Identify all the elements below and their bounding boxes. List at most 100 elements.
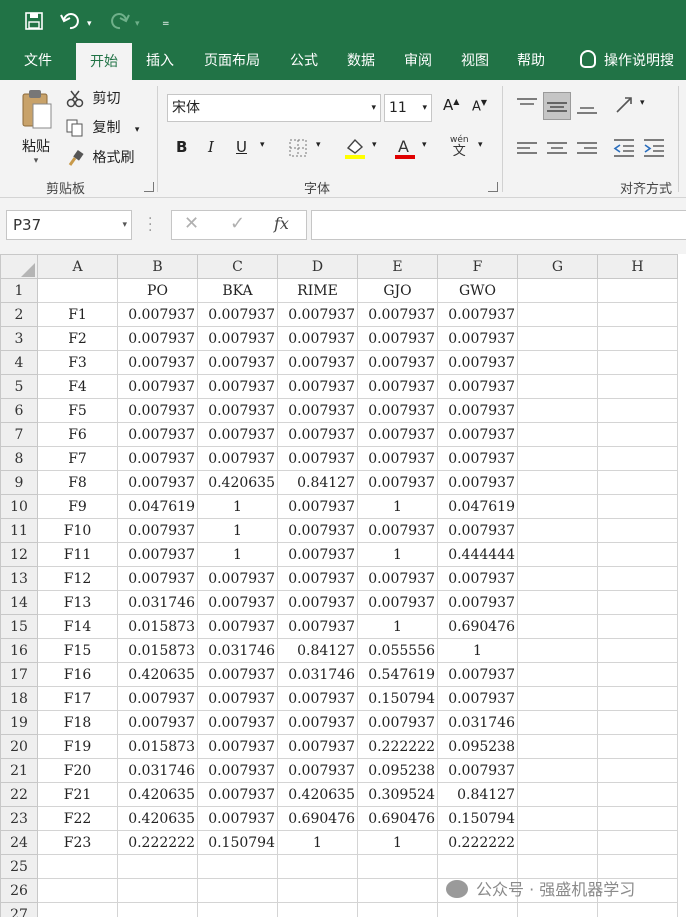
cell[interactable]	[517, 422, 598, 447]
cell[interactable]: 0.007937	[277, 326, 358, 351]
cell[interactable]	[437, 854, 518, 879]
cell[interactable]	[597, 398, 678, 423]
cell[interactable]	[517, 590, 598, 615]
text-orientation-icon[interactable]	[613, 94, 637, 116]
cell[interactable]: 0.222222	[437, 830, 518, 855]
row-header[interactable]: 24	[0, 830, 38, 855]
cell[interactable]: 0.007937	[437, 686, 518, 711]
cell[interactable]: 0.150794	[437, 806, 518, 831]
row-header[interactable]: 14	[0, 590, 38, 615]
cell[interactable]	[517, 278, 598, 303]
cell[interactable]	[517, 758, 598, 783]
row-header[interactable]: 17	[0, 662, 38, 687]
row-header[interactable]: 11	[0, 518, 38, 543]
cell[interactable]: 0.055556	[357, 638, 438, 663]
cell[interactable]: 0.007937	[357, 470, 438, 495]
underline-button[interactable]: U	[236, 138, 247, 156]
cell[interactable]: 0.007937	[357, 518, 438, 543]
cell[interactable]: 0.031746	[197, 638, 278, 663]
row-header[interactable]: 19	[0, 710, 38, 735]
cell[interactable]	[597, 854, 678, 879]
cell[interactable]	[517, 806, 598, 831]
column-header[interactable]: A	[37, 254, 118, 279]
cell[interactable]: 0.007937	[277, 758, 358, 783]
tab-formulas[interactable]: 公式	[276, 42, 332, 80]
cell[interactable]: BKA	[197, 278, 278, 303]
cell[interactable]: 0.047619	[117, 494, 198, 519]
cell[interactable]: 1	[197, 494, 278, 519]
cell[interactable]: 0.420635	[117, 782, 198, 807]
cell[interactable]: 0.007937	[197, 758, 278, 783]
phonetic-dropdown-icon[interactable]: ▾	[478, 140, 483, 150]
cell[interactable]	[597, 614, 678, 639]
cell[interactable]: 0.007937	[117, 422, 198, 447]
cell[interactable]: 0.095238	[357, 758, 438, 783]
cell[interactable]	[597, 422, 678, 447]
cell[interactable]	[117, 878, 198, 903]
cell[interactable]	[597, 302, 678, 327]
font-size-select[interactable]: 11 ▾	[384, 94, 432, 122]
row-header[interactable]: 10	[0, 494, 38, 519]
insert-function-icon[interactable]: fx	[274, 214, 289, 233]
row-header[interactable]: 7	[0, 422, 38, 447]
cell[interactable]	[597, 566, 678, 591]
cell[interactable]: 0.444444	[437, 542, 518, 567]
cell[interactable]	[597, 590, 678, 615]
cell[interactable]	[597, 710, 678, 735]
tab-insert[interactable]: 插入	[132, 42, 188, 80]
cell[interactable]: 0.007937	[277, 422, 358, 447]
cell[interactable]: 0.690476	[357, 806, 438, 831]
undo-dropdown-icon[interactable]: ▾	[87, 12, 92, 36]
cell[interactable]	[277, 878, 358, 903]
cell[interactable]: 0.007937	[117, 446, 198, 471]
cell[interactable]	[197, 854, 278, 879]
cell[interactable]: 0.007937	[357, 566, 438, 591]
font-color-icon[interactable]: A	[393, 136, 417, 160]
row-header[interactable]: 21	[0, 758, 38, 783]
cell[interactable]	[517, 662, 598, 687]
increase-indent-icon[interactable]	[643, 138, 665, 158]
cell[interactable]: 0.047619	[437, 494, 518, 519]
row-header[interactable]: 25	[0, 854, 38, 879]
cell[interactable]: 0.007937	[197, 614, 278, 639]
orientation-dropdown-icon[interactable]: ▾	[640, 98, 645, 108]
cell[interactable]	[517, 494, 598, 519]
cell[interactable]	[37, 878, 118, 903]
cell[interactable]	[117, 902, 198, 917]
cell[interactable]: 0.007937	[437, 398, 518, 423]
tab-review[interactable]: 审阅	[390, 42, 446, 80]
row-header[interactable]: 8	[0, 446, 38, 471]
row-header[interactable]: 3	[0, 326, 38, 351]
cell[interactable]	[517, 566, 598, 591]
align-top-icon[interactable]	[516, 96, 538, 114]
cell[interactable]: F22	[37, 806, 118, 831]
cell[interactable]: F12	[37, 566, 118, 591]
cell[interactable]: 0.007937	[117, 518, 198, 543]
cell[interactable]: PO	[117, 278, 198, 303]
cell[interactable]: 0.007937	[197, 302, 278, 327]
align-bottom-icon[interactable]	[576, 96, 598, 118]
save-icon[interactable]	[24, 11, 44, 31]
cell[interactable]: 0.007937	[277, 590, 358, 615]
cell[interactable]: 0.150794	[357, 686, 438, 711]
cell[interactable]: 1	[357, 494, 438, 519]
cell[interactable]: 0.007937	[117, 374, 198, 399]
cell[interactable]	[277, 854, 358, 879]
column-header[interactable]: F	[437, 254, 518, 279]
tab-home[interactable]: 开始	[76, 43, 132, 80]
decrease-indent-icon[interactable]	[613, 138, 635, 158]
column-header[interactable]: B	[117, 254, 198, 279]
cell[interactable]	[517, 830, 598, 855]
cell[interactable]	[597, 662, 678, 687]
align-middle-button[interactable]	[543, 92, 571, 120]
cut-button[interactable]: 剪切	[66, 88, 120, 108]
cell[interactable]: 0.222222	[117, 830, 198, 855]
cell[interactable]: GJO	[357, 278, 438, 303]
cell[interactable]: 0.007937	[197, 422, 278, 447]
cell[interactable]	[597, 494, 678, 519]
cell[interactable]	[597, 374, 678, 399]
cell[interactable]: F11	[37, 542, 118, 567]
cell[interactable]: 0.007937	[197, 782, 278, 807]
cell[interactable]: 0.007937	[277, 566, 358, 591]
select-all-corner[interactable]	[0, 254, 38, 279]
